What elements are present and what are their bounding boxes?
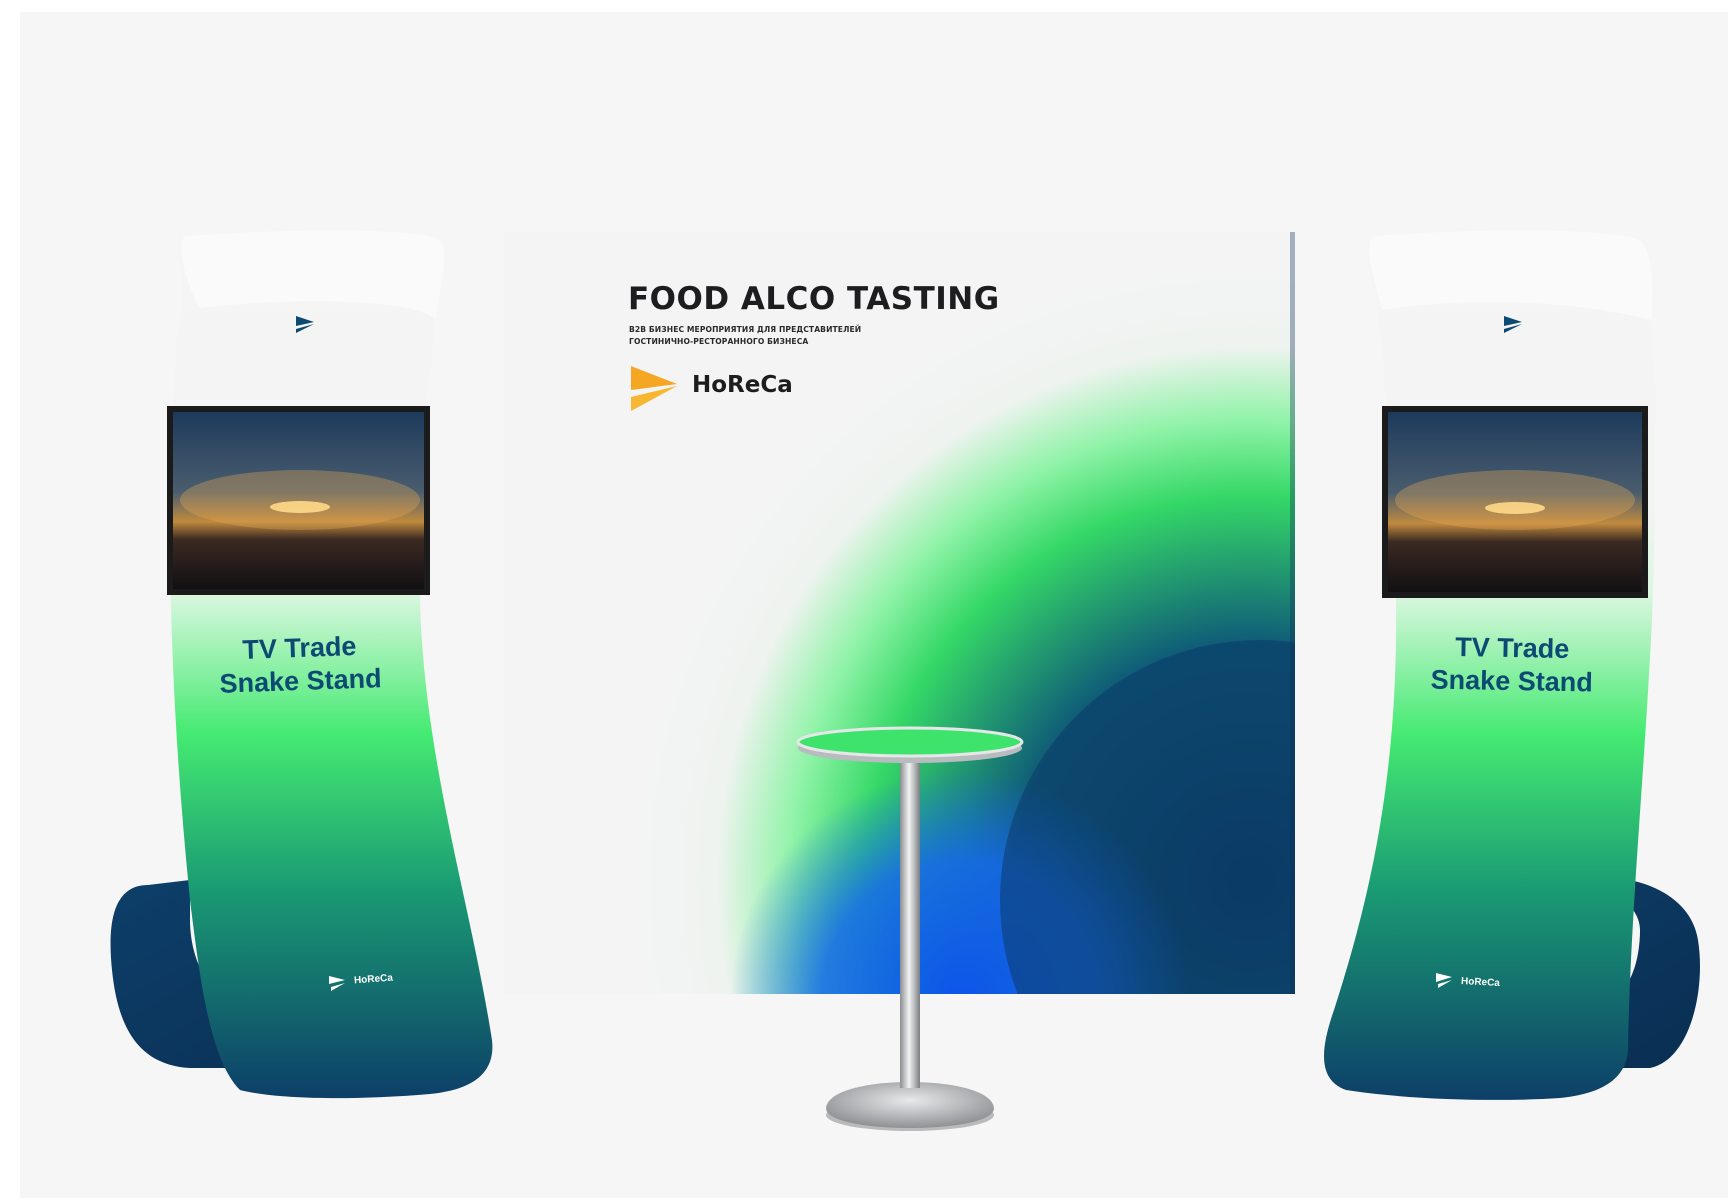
left-stand-caption-line-2: Snake Stand [219, 663, 383, 699]
right-stand-caption-line-1: TV Trade [1455, 632, 1570, 664]
right-stand-brand: HoReCa [1460, 975, 1501, 990]
banner-subtitle-line-1: B2B БИЗНЕС МЕРОПРИЯТИЯ ДЛЯ ПРЕДСТАВИТЕЛЕ… [629, 325, 862, 334]
right-tv-screen [1382, 406, 1648, 598]
left-stand-caption: TV Trade Snake Stand [199, 629, 401, 702]
exhibition-illustration [110, 230, 1700, 1131]
banner-subtitle-line-2: ГОСТИНИЧНО-РЕСТОРАННОГО БИЗНЕСА [629, 337, 809, 346]
right-stand-caption: TV Trade Snake Stand [1411, 630, 1612, 699]
banner-title: FOOD ALCO TASTING [628, 281, 1000, 317]
exhibition-stand-scene: FOOD ALCO TASTING B2B БИЗНЕС МЕРОПРИЯТИЯ… [0, 0, 1728, 1200]
banner-brand-name: HoReCa [692, 372, 793, 398]
right-stand-caption-line-2: Snake Stand [1430, 664, 1594, 698]
left-tv-screen [167, 406, 430, 595]
